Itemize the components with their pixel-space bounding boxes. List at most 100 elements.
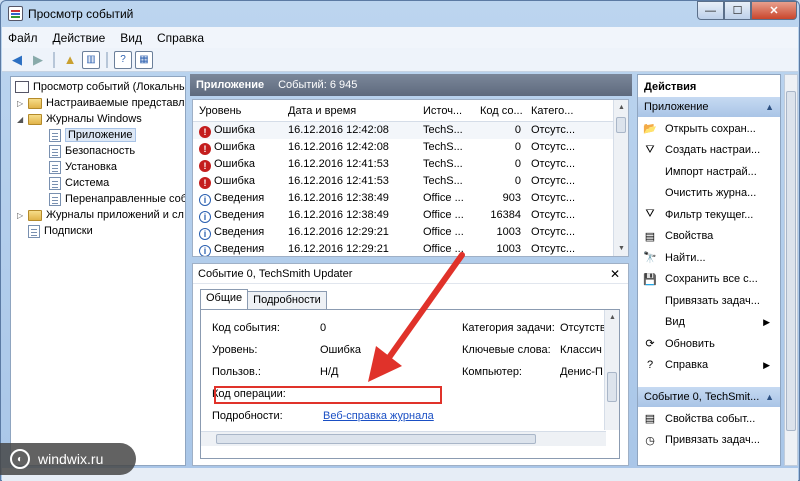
table-row[interactable]: i Сведения 16.12.2016 12:29:21 Office ... 10… bbox=[193, 224, 613, 241]
event-viewer-icon bbox=[8, 6, 23, 21]
save-icon: 💾 bbox=[643, 273, 657, 286]
action-item[interactable]: ? Справка ▶ bbox=[638, 355, 780, 376]
tree-item-root[interactable]: Просмотр событий (Локальны bbox=[15, 79, 185, 95]
table-row[interactable]: ! Ошибка 16.12.2016 12:41:53 TechS... 0 Отсут… bbox=[193, 156, 613, 173]
scroll-thumb[interactable] bbox=[786, 91, 796, 431]
menu-file[interactable]: Файл bbox=[8, 31, 38, 45]
table-row[interactable]: ! Ошибка 16.12.2016 12:41:53 TechS... 0 Отсут… bbox=[193, 173, 613, 190]
action-label: Обновить bbox=[665, 337, 715, 350]
task-category-label: Категория задачи: bbox=[462, 322, 555, 334]
menu-action[interactable]: Действие bbox=[53, 31, 106, 45]
back-arrow-icon[interactable]: ◀ bbox=[8, 51, 26, 69]
action-label: Найти... bbox=[665, 251, 706, 264]
keywords-value: Классич bbox=[560, 344, 602, 356]
action-item[interactable]: 🔭 Найти... bbox=[638, 247, 780, 268]
column-level[interactable]: Уровень bbox=[199, 105, 241, 117]
collapse-icon[interactable]: ◢ bbox=[17, 115, 26, 124]
tree-label: Журналы приложений и сл bbox=[46, 209, 184, 221]
action-item[interactable]: Импорт настрай... bbox=[638, 161, 780, 182]
event-list-scrollbar[interactable]: ▲ ▼ bbox=[613, 100, 628, 256]
close-details-icon[interactable]: ✕ bbox=[610, 267, 620, 281]
table-row[interactable]: i Сведения 16.12.2016 12:38:49 Office ... 16… bbox=[193, 207, 613, 224]
category-cell: Отсутс... bbox=[531, 124, 576, 136]
tree-item-app-service-logs[interactable]: ▷ Журналы приложений и сл bbox=[17, 207, 184, 223]
action-item[interactable]: ◷ Привязать задач... bbox=[638, 430, 780, 451]
scroll-thumb[interactable] bbox=[216, 434, 536, 444]
scroll-thumb[interactable] bbox=[607, 372, 617, 402]
action-item[interactable]: Привязать задач... bbox=[638, 290, 780, 311]
tab-details[interactable]: Подробности bbox=[247, 291, 327, 309]
window-controls: — ☐ ✕ bbox=[697, 1, 797, 21]
scroll-up-icon[interactable]: ▲ bbox=[605, 310, 619, 325]
column-category[interactable]: Катего... bbox=[531, 105, 573, 117]
table-row[interactable]: i Сведения 16.12.2016 12:29:21 Office ... 10… bbox=[193, 241, 613, 256]
console-tree: Просмотр событий (Локальны ▷ Настраиваем… bbox=[10, 76, 186, 466]
expand-icon[interactable]: ▷ bbox=[17, 99, 26, 108]
details-scrollbar[interactable]: ▲ bbox=[604, 310, 619, 430]
level-label: Уровень: bbox=[212, 344, 258, 356]
tree-item-custom-views[interactable]: ▷ Настраиваемые представле bbox=[17, 95, 186, 111]
action-item[interactable]: ⟳ Обновить bbox=[638, 333, 780, 354]
level-value: Ошибка bbox=[320, 344, 361, 356]
event-details-title: Событие 0, TechSmith Updater bbox=[198, 267, 353, 280]
level-cell: ! Ошибка bbox=[199, 158, 255, 172]
tree-item-windows-logs[interactable]: ◢ Журналы Windows bbox=[17, 111, 142, 127]
column-source[interactable]: Источ... bbox=[423, 105, 462, 117]
table-row[interactable]: ! Ошибка 16.12.2016 12:42:08 TechS... 0 Отсут… bbox=[193, 139, 613, 156]
show-hide-tree-icon[interactable]: ▥ bbox=[82, 50, 100, 69]
column-event-id[interactable]: Код со... bbox=[480, 105, 523, 117]
details-horizontal-scrollbar[interactable] bbox=[201, 431, 606, 446]
scroll-up-icon[interactable]: ▲ bbox=[614, 100, 628, 115]
action-item[interactable]: ⛛ Фильтр текущег... bbox=[638, 204, 780, 225]
user-value: Н/Д bbox=[320, 366, 339, 378]
tab-general[interactable]: Общие bbox=[200, 289, 249, 309]
tree-item-subscriptions[interactable]: Подписки bbox=[28, 223, 93, 239]
tree-item-security[interactable]: Безопасность bbox=[49, 143, 135, 159]
column-date[interactable]: Дата и время bbox=[288, 105, 356, 117]
actions-section-event[interactable]: Событие 0, TechSmit... ▲ bbox=[638, 387, 780, 407]
action-item[interactable]: 💾 Сохранить все с... bbox=[638, 269, 780, 290]
tree-item-setup[interactable]: Установка bbox=[49, 159, 117, 175]
online-help-link[interactable]: Веб-справка журнала bbox=[323, 410, 434, 422]
expand-icon[interactable]: ▷ bbox=[17, 211, 26, 220]
action-item[interactable]: ⛛ Создать настраи... bbox=[638, 140, 780, 161]
tree-item-forwarded[interactable]: Перенаправленные соб bbox=[49, 191, 186, 207]
tree-label: Приложение bbox=[65, 128, 136, 142]
category-cell: Отсутс... bbox=[531, 158, 576, 170]
help-icon[interactable]: ? bbox=[114, 50, 132, 69]
tree-item-application[interactable]: Приложение bbox=[49, 127, 136, 143]
collapse-icon[interactable]: ▲ bbox=[765, 392, 774, 402]
menu-view[interactable]: Вид bbox=[120, 31, 142, 45]
event-code-value: 0 bbox=[320, 322, 327, 334]
date-cell: 16.12.2016 12:29:21 bbox=[288, 226, 389, 238]
tree-label: Перенаправленные соб bbox=[65, 193, 186, 205]
maximize-button[interactable]: ☐ bbox=[724, 1, 751, 20]
show-hide-actions-icon[interactable]: ▦ bbox=[135, 50, 153, 69]
scroll-down-icon[interactable]: ▼ bbox=[614, 241, 628, 256]
action-item[interactable]: Вид ▶ bbox=[638, 312, 780, 333]
category-cell: Отсутс... bbox=[531, 141, 576, 153]
action-item[interactable]: 📂 Открыть сохран... bbox=[638, 118, 780, 139]
computer-value: Денис-П bbox=[560, 366, 603, 378]
event-id-cell: 16384 bbox=[490, 209, 521, 221]
tree-label: Журналы Windows bbox=[46, 113, 142, 125]
table-row[interactable]: i Сведения 16.12.2016 12:38:49 Office ... 90… bbox=[193, 190, 613, 207]
actions-scrollbar[interactable] bbox=[784, 74, 798, 466]
minimize-button[interactable]: — bbox=[697, 1, 724, 20]
actions-section-application[interactable]: Приложение ▲ bbox=[638, 97, 780, 117]
collapse-icon[interactable]: ▲ bbox=[765, 102, 774, 112]
tree-label: Настраиваемые представле bbox=[46, 97, 186, 109]
tree-item-system[interactable]: Система bbox=[49, 175, 109, 191]
close-button[interactable]: ✕ bbox=[751, 1, 797, 20]
up-folder-icon[interactable]: ▲ bbox=[61, 51, 79, 69]
table-row[interactable]: ! Ошибка 16.12.2016 12:42:08 TechS... 0 Отсут… bbox=[193, 122, 613, 139]
source-cell: Office ... bbox=[423, 243, 464, 255]
scroll-thumb[interactable] bbox=[616, 117, 626, 133]
action-item[interactable]: Очистить журна... bbox=[638, 183, 780, 204]
menu-help[interactable]: Справка bbox=[157, 31, 204, 45]
action-item[interactable]: ▤ Свойства событ... bbox=[638, 408, 780, 429]
forward-arrow-icon[interactable]: ▶ bbox=[29, 51, 47, 69]
event-viewer-window: Просмотр событий — ☐ ✕ Файл Действие Вид… bbox=[0, 0, 800, 481]
task-icon: ◷ bbox=[645, 434, 655, 447]
action-item[interactable]: ▤ Свойства bbox=[638, 226, 780, 247]
